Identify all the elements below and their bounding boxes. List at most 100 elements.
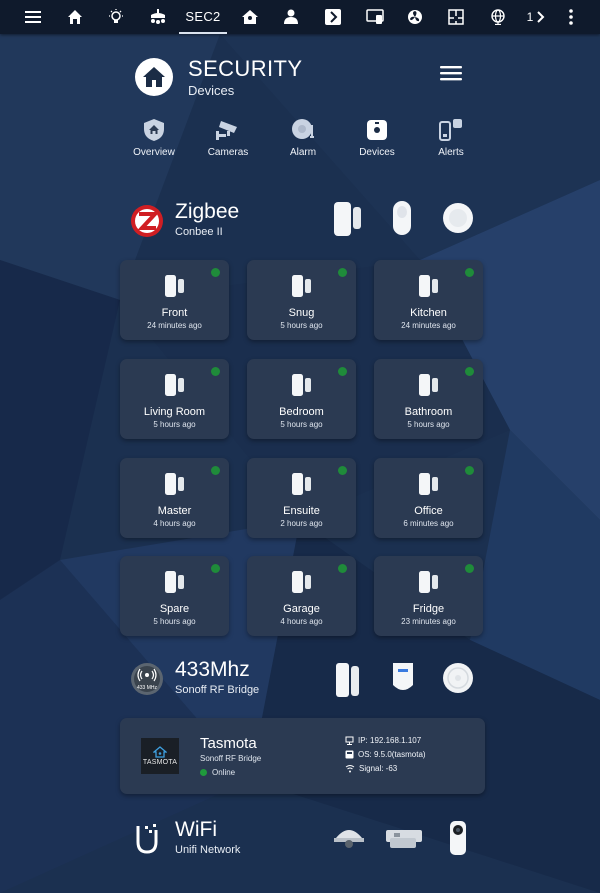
nav-cameras[interactable]: Cameras xyxy=(198,116,258,158)
sensor-tile[interactable]: Spare 5 hours ago xyxy=(120,556,229,636)
water-sensor-image xyxy=(443,203,473,233)
sensor-name: Ensuite xyxy=(283,505,320,517)
os-icon xyxy=(345,750,354,759)
menu-button[interactable] xyxy=(440,65,462,86)
sensor-name: Front xyxy=(161,307,188,319)
sensor-name: Kitchen xyxy=(410,307,447,319)
floorplan-icon[interactable] xyxy=(443,0,469,34)
ceiling-light-icon[interactable] xyxy=(144,0,172,34)
top-toolbar: SEC2 1 xyxy=(0,0,600,34)
sensor-last-seen: 5 hours ago xyxy=(280,420,323,429)
tasmota-name: Tasmota xyxy=(200,735,257,752)
status-dot xyxy=(465,564,474,573)
lightbulb-icon[interactable] xyxy=(103,0,129,34)
sensor-name: Snug xyxy=(288,307,315,319)
sensor-tile[interactable]: Fridge 23 minutes ago xyxy=(374,556,483,636)
home-button[interactable] xyxy=(135,58,173,96)
home-icon[interactable] xyxy=(62,0,88,34)
menu-icon[interactable] xyxy=(20,0,46,34)
zigbee-subtitle: Conbee II xyxy=(175,226,223,238)
bell-icon xyxy=(292,119,314,139)
door-sensor-icon xyxy=(292,275,311,297)
sensor-tile[interactable]: Living Room 5 hours ago xyxy=(120,359,229,439)
tab-sec2-label: SEC2 xyxy=(185,8,221,24)
page-subtitle: Devices xyxy=(188,83,235,98)
rf-smoke-sensor-image xyxy=(443,663,473,693)
wifi-header: WiFi Unifi Network xyxy=(130,818,490,862)
nav-overview[interactable]: Overview xyxy=(124,116,184,158)
remote-screen-icon[interactable] xyxy=(362,0,388,34)
person-icon[interactable] xyxy=(278,0,304,34)
nav-alarm-label: Alarm xyxy=(289,147,317,158)
sensor-tile[interactable]: Master 4 hours ago xyxy=(120,458,229,538)
rf-header: 433 MHz 433Mhz Sonoff RF Bridge xyxy=(130,658,490,702)
sensor-name: Spare xyxy=(159,603,190,615)
camera-dome-image xyxy=(334,830,364,848)
security-nav: Overview Cameras Alarm Devices Alerts xyxy=(128,116,478,160)
sensor-tile[interactable]: Office 6 minutes ago xyxy=(374,458,483,538)
rf-pir-sensor-image xyxy=(393,663,413,690)
tasmota-ip: IP: 192.168.1.107 xyxy=(345,736,421,745)
house-network-icon[interactable] xyxy=(237,0,263,34)
shield-home-icon xyxy=(144,119,164,141)
door-sensor-icon xyxy=(419,571,438,593)
door-sensor-icon xyxy=(292,374,311,396)
unifi-logo-icon xyxy=(136,824,158,854)
page-title: SECURITY xyxy=(188,56,303,81)
tab-sec2[interactable]: SEC2 xyxy=(179,0,227,34)
sensor-name: Fridge xyxy=(412,603,445,615)
door-sensor-icon xyxy=(419,473,438,495)
sensor-last-seen: 4 hours ago xyxy=(280,617,323,626)
sensor-last-seen: 4 hours ago xyxy=(153,519,196,528)
motion-sensor-image xyxy=(393,201,411,235)
zigbee-header: Zigbee Conbee II xyxy=(130,200,490,244)
nav-devices-label: Devices xyxy=(359,147,395,158)
sensor-name: Master xyxy=(157,505,192,517)
tasmota-device-card[interactable]: TASMOTA Tasmota Sonoff RF Bridge Online … xyxy=(120,718,485,794)
wifi-camera-image xyxy=(450,821,466,855)
tasmota-status-label: Online xyxy=(212,768,236,777)
door-sensor-icon xyxy=(419,275,438,297)
cctv-icon xyxy=(216,121,237,140)
sensor-tile[interactable]: Front 24 minutes ago xyxy=(120,260,229,340)
status-dot xyxy=(465,466,474,475)
chevron-box-icon[interactable] xyxy=(320,0,346,34)
sensor-last-seen: 2 hours ago xyxy=(280,519,323,528)
page-number: 1 xyxy=(526,10,534,24)
sensor-tile[interactable]: Ensuite 2 hours ago xyxy=(247,458,356,538)
status-dot xyxy=(338,466,347,475)
sensor-tile[interactable]: Bedroom 5 hours ago xyxy=(247,359,356,439)
globe-icon[interactable] xyxy=(485,0,511,34)
tasmota-house-icon xyxy=(153,746,167,758)
nav-alerts[interactable]: Alerts xyxy=(421,116,481,158)
alert-icon xyxy=(439,119,462,141)
status-dot xyxy=(338,268,347,277)
nav-cameras-label: Cameras xyxy=(207,147,249,158)
page-indicator[interactable]: 1 xyxy=(524,0,548,34)
sensor-tile[interactable]: Kitchen 24 minutes ago xyxy=(374,260,483,340)
device-icon xyxy=(367,120,387,140)
door-sensor-icon xyxy=(165,275,184,297)
fan-icon[interactable] xyxy=(402,0,428,34)
nav-devices[interactable]: Devices xyxy=(347,116,407,158)
wifi-title: WiFi xyxy=(175,818,217,841)
tasmota-logo-text: TASMOTA xyxy=(142,759,178,766)
status-dot xyxy=(465,268,474,277)
sensor-last-seen: 5 hours ago xyxy=(153,420,196,429)
dots-vertical-icon[interactable] xyxy=(560,0,582,34)
tasmota-os-label: OS: 9.5.0(tasmota) xyxy=(358,750,426,759)
nav-alarm[interactable]: Alarm xyxy=(273,116,333,158)
status-dot xyxy=(465,367,474,376)
tasmota-signal: Signal: -63 xyxy=(345,764,397,773)
rf-subtitle: Sonoff RF Bridge xyxy=(175,684,260,696)
nav-alerts-label: Alerts xyxy=(438,147,464,158)
home-icon xyxy=(143,67,165,87)
wifi-signal-icon xyxy=(345,765,355,773)
door-sensor-icon xyxy=(165,571,184,593)
sensor-tile[interactable]: Snug 5 hours ago xyxy=(247,260,356,340)
door-sensor-icon xyxy=(419,374,438,396)
chevron-right-icon xyxy=(537,11,545,23)
zigbee-logo-icon xyxy=(131,205,163,237)
sensor-tile[interactable]: Bathroom 5 hours ago xyxy=(374,359,483,439)
sensor-tile[interactable]: Garage 4 hours ago xyxy=(247,556,356,636)
